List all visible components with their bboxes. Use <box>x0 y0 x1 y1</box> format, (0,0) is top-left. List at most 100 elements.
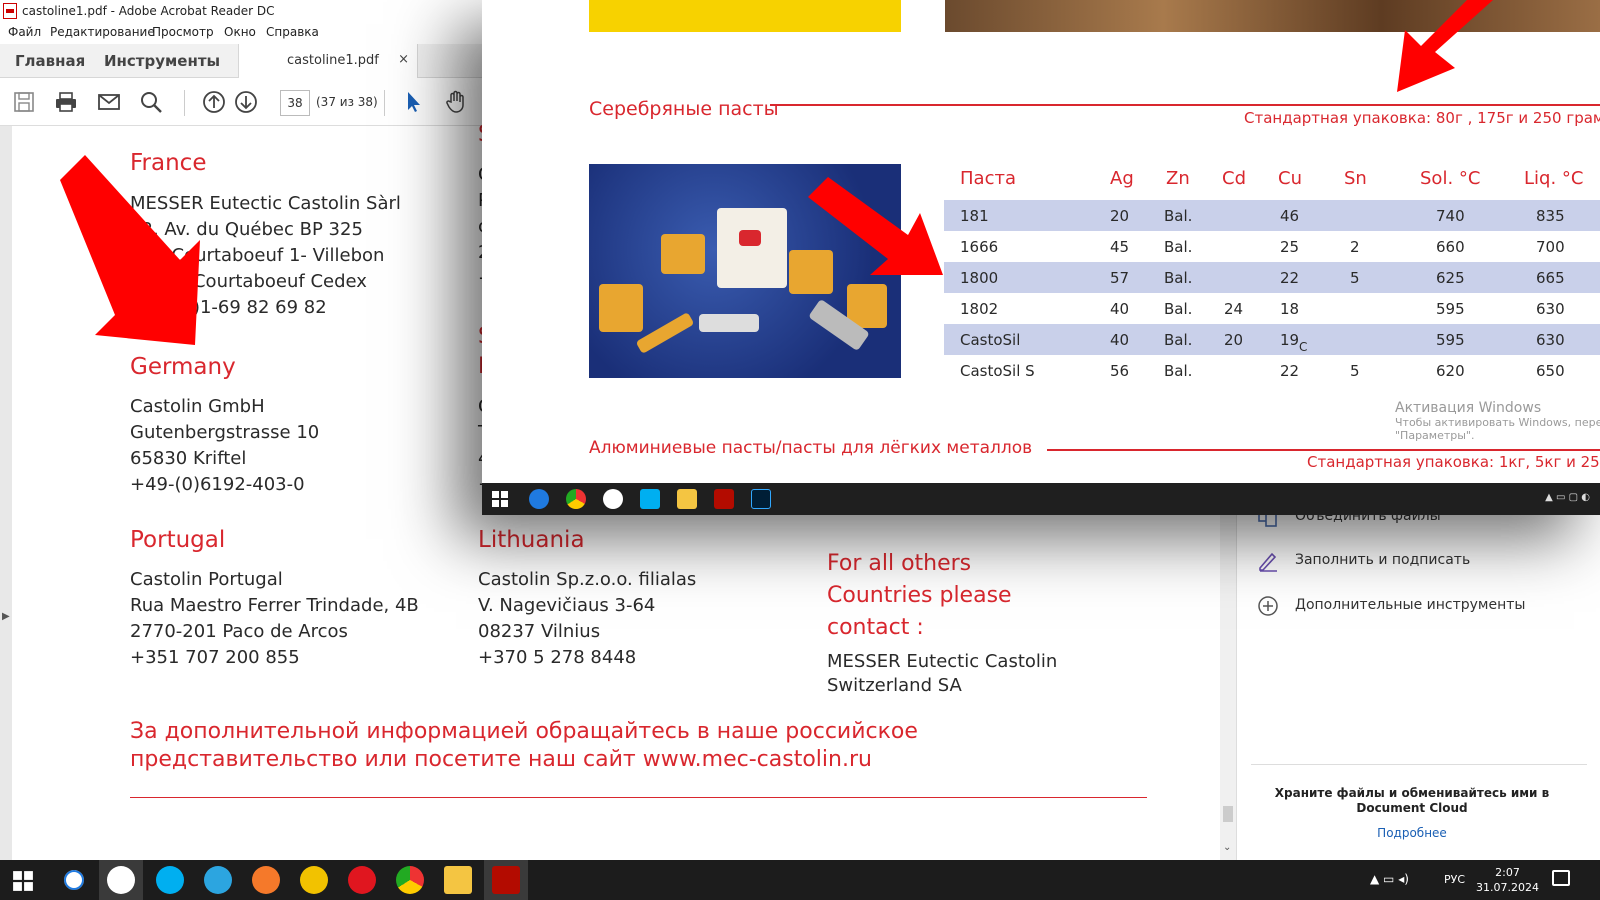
address-line: Castolin Sp.z.o.o. filialas <box>478 569 697 590</box>
clock[interactable]: 2:07 31.07.2024 <box>1476 865 1539 895</box>
email-icon[interactable] <box>97 90 121 114</box>
yandex-browser-icon <box>603 489 623 509</box>
menu-window[interactable]: Окно <box>224 25 256 39</box>
table-row: 1802 40 Bal. 24 18 595 630 <box>944 293 1600 324</box>
table-row: 181 20 Bal. 46 740 835 <box>944 200 1600 231</box>
country-portugal: Portugal <box>130 527 226 553</box>
page-number-input[interactable]: 38 <box>280 90 310 116</box>
chrome-icon[interactable] <box>396 866 424 894</box>
toolbar-separator <box>184 90 185 116</box>
table-cell: 20 <box>1224 331 1244 349</box>
table-row: CastoSil S 56 Bal. 22 5 620 650 <box>944 355 1600 386</box>
page-down-icon[interactable] <box>234 90 258 114</box>
red-arrow-icon <box>1397 0 1493 92</box>
notifications-icon[interactable] <box>1552 870 1570 886</box>
table-cell: 660 <box>1436 238 1465 256</box>
column-header: Liq. °C <box>1524 168 1584 189</box>
scroll-down-icon[interactable]: ⌄ <box>1223 842 1231 853</box>
address-line: 65830 Kriftel <box>130 448 247 469</box>
close-tab-icon[interactable]: × <box>398 52 409 67</box>
column-header: Sol. °C <box>1420 168 1481 189</box>
file-explorer-icon[interactable] <box>444 866 472 894</box>
divider <box>1251 764 1587 765</box>
menu-help[interactable]: Справка <box>266 25 319 39</box>
language-indicator[interactable]: РУС <box>1444 873 1465 886</box>
column-header: Cu <box>1278 168 1302 189</box>
aluminium-pastes-heading: Алюминиевые пасты/пасты для лёгких метал… <box>589 438 1033 458</box>
table-cell: 181 <box>960 207 989 225</box>
address-line: +351 707 200 855 <box>130 647 300 668</box>
table-cell: 595 <box>1436 331 1465 349</box>
chrome-icon <box>566 489 586 509</box>
table-cell: 40 <box>1110 331 1130 349</box>
address-line: Switzerland SA <box>827 675 962 696</box>
select-cursor-icon[interactable] <box>402 90 426 114</box>
windows-activation-watermark: Активация Windows Чтобы активировать Win… <box>1395 400 1600 442</box>
scrollbar-thumb[interactable] <box>1223 806 1233 822</box>
divider <box>1047 449 1600 451</box>
windows-start-icon[interactable] <box>12 870 34 892</box>
table-cell: 2 <box>1350 238 1360 256</box>
windows-start-icon <box>492 491 508 507</box>
table-row: 1666 45 Bal. 25 2 660 700 <box>944 231 1600 262</box>
telegram-icon[interactable] <box>204 866 232 894</box>
red-arrow-icon <box>808 177 943 275</box>
photoshop-icon <box>751 489 771 509</box>
tab-document[interactable]: castoline1.pdf × <box>238 44 418 78</box>
russian-contact-note: За дополнительной информацией обращайтес… <box>130 718 1130 774</box>
table-cell: 25 <box>1280 238 1300 256</box>
acrobat-icon[interactable] <box>492 866 520 894</box>
learn-more-link[interactable]: Подробнее <box>1257 826 1567 840</box>
left-panel-collapsed[interactable]: ▶ <box>0 126 12 860</box>
table-cell: 19 <box>1280 331 1300 349</box>
tab-home[interactable]: Главная <box>15 52 85 70</box>
others-heading: For all others Countries please contact … <box>827 548 1012 644</box>
tab-tools[interactable]: Инструменты <box>104 52 220 70</box>
overlay-taskbar: ▲ ▭ ▢ ◐ <box>482 483 1600 515</box>
address-line: Gutenbergstrasse 10 <box>130 422 320 443</box>
table-cell: 625 <box>1436 269 1465 287</box>
table-cell: 620 <box>1436 362 1465 380</box>
yandex-browser-icon[interactable] <box>107 866 135 894</box>
teamviewer-icon[interactable] <box>60 866 88 894</box>
table-cell: 56 <box>1110 362 1130 380</box>
teamviewer-icon <box>529 489 549 509</box>
hand-tool-icon[interactable] <box>444 90 468 114</box>
table-cell: 57 <box>1110 269 1130 287</box>
expand-left-panel-icon[interactable]: ▶ <box>2 611 10 622</box>
address-germany: Castolin GmbH Gutenbergstrasse 10 65830 … <box>130 394 319 498</box>
table-cell: 40 <box>1110 300 1130 318</box>
blender-icon[interactable] <box>252 866 280 894</box>
menu-edit[interactable]: Редактирование <box>50 25 155 39</box>
save-icon[interactable] <box>12 90 36 114</box>
yandex-market-icon[interactable] <box>300 866 328 894</box>
table-cell: CastoSil S <box>960 362 1035 380</box>
address-line: 08237 Vilnius <box>478 621 601 642</box>
page-up-icon[interactable] <box>202 90 226 114</box>
print-icon[interactable] <box>54 90 78 114</box>
note-line: представительство или посетите наш сайт … <box>130 747 872 772</box>
address-portugal: Castolin Portugal Rua Maestro Ferrer Tri… <box>130 567 419 671</box>
system-tray-icons[interactable]: ▲ ▭ ◂) <box>1370 872 1409 886</box>
address-line: MESSER Eutectic Castolin <box>827 651 1058 672</box>
silver-packaging: Стандартная упаковка: 80г , 175г и 250 г… <box>1244 109 1600 127</box>
skype-icon[interactable] <box>156 866 184 894</box>
table-cell: 630 <box>1536 331 1565 349</box>
search-icon[interactable] <box>139 90 163 114</box>
table-cell: 630 <box>1536 300 1565 318</box>
column-header: Zn <box>1166 168 1190 189</box>
promo-line: Храните файлы и обменивайтесь ими в <box>1274 786 1550 800</box>
address-line: Castolin GmbH <box>130 396 265 417</box>
menu-file[interactable]: Файл <box>8 25 41 39</box>
window-title: castoline1.pdf - Adobe Acrobat Reader DC <box>22 4 275 18</box>
tool-label: Заполнить и подписать <box>1295 552 1471 568</box>
table-cell: 20 <box>1110 207 1130 225</box>
toolbar-separator <box>384 90 385 116</box>
product-image-yellow <box>589 0 901 32</box>
menu-view[interactable]: Просмотр <box>152 25 214 39</box>
note-line: За дополнительной информацией обращайтес… <box>130 719 918 744</box>
fill-sign-icon <box>1259 552 1277 572</box>
opera-icon[interactable] <box>348 866 376 894</box>
watermark-line: Чтобы активировать Windows, перей <box>1395 416 1600 429</box>
table-cell: 46 <box>1280 207 1300 225</box>
